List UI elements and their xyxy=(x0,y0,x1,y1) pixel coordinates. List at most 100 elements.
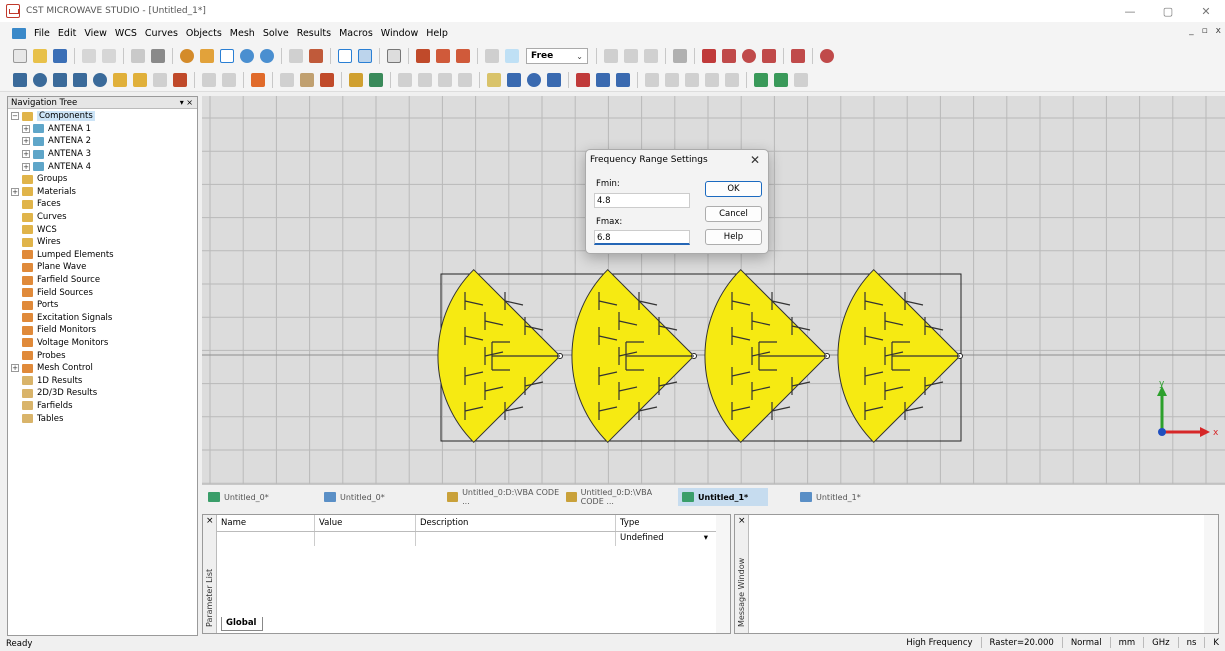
menu-macros[interactable]: Macros xyxy=(335,28,377,39)
cone-icon[interactable] xyxy=(73,72,87,87)
status-unit-frequency[interactable]: GHz xyxy=(1152,638,1169,648)
result-2-icon[interactable] xyxy=(665,72,679,87)
new-file-icon[interactable] xyxy=(13,49,27,63)
background-icon[interactable] xyxy=(527,72,541,87)
tree-item[interactable]: Wires xyxy=(8,236,197,249)
save-icon[interactable] xyxy=(53,49,67,63)
menu-edit[interactable]: Edit xyxy=(54,28,80,39)
tree-item[interactable]: Tables xyxy=(8,412,197,425)
param-value-cell[interactable] xyxy=(315,532,416,546)
expand-icon[interactable]: + xyxy=(11,187,19,196)
message-scrollbar[interactable] xyxy=(1204,515,1218,633)
tree-item[interactable]: Curves xyxy=(8,211,197,224)
material-icon[interactable] xyxy=(251,72,265,87)
mdi-close-button[interactable]: x xyxy=(1216,26,1221,36)
shell-icon[interactable] xyxy=(222,72,236,87)
tree-item[interactable]: Lumped Elements xyxy=(8,249,197,262)
intersect-icon[interactable] xyxy=(644,49,658,63)
blend-icon[interactable] xyxy=(173,72,187,87)
document-tab[interactable]: Untitled_1* xyxy=(796,488,896,506)
boolean-icon[interactable] xyxy=(624,49,638,63)
pick-point-icon[interactable] xyxy=(416,49,430,63)
menu-help[interactable]: Help xyxy=(422,28,452,39)
units-icon[interactable] xyxy=(487,72,501,87)
fmax-input[interactable]: 6.8 xyxy=(594,230,690,245)
panel-controls[interactable]: ▾ × xyxy=(180,98,197,107)
zoom-fit-icon[interactable] xyxy=(260,49,274,63)
status-unit-temperature[interactable]: K xyxy=(1213,638,1219,648)
mode-select[interactable]: Free ⌄ xyxy=(526,48,588,64)
tree-item[interactable]: + ANTENA 1 xyxy=(8,123,197,136)
param-name-cell[interactable] xyxy=(217,532,315,546)
line-icon[interactable] xyxy=(722,49,736,63)
port-icon[interactable] xyxy=(280,72,294,87)
sphere-icon[interactable] xyxy=(33,72,47,87)
tree-item[interactable]: Faces xyxy=(8,198,197,211)
mdi-restore-button[interactable]: ▫ xyxy=(1202,26,1208,36)
menu-objects[interactable]: Objects xyxy=(182,28,226,39)
tree-item[interactable]: Farfields xyxy=(8,400,197,413)
tree-item[interactable]: 2D/3D Results xyxy=(8,387,197,400)
tree-item[interactable]: + Mesh Control xyxy=(8,362,197,375)
pan-icon[interactable] xyxy=(220,49,234,63)
mesh-view-icon[interactable] xyxy=(398,72,412,87)
result-5-icon[interactable] xyxy=(725,72,739,87)
parameter-scrollbar[interactable] xyxy=(716,515,730,633)
rotate-icon[interactable] xyxy=(180,49,194,63)
chamfer-icon[interactable] xyxy=(202,72,216,87)
tree-item[interactable]: Farfield Source xyxy=(8,274,197,287)
print-icon[interactable] xyxy=(82,49,96,63)
message-close-icon[interactable]: × xyxy=(738,516,746,526)
menu-curves[interactable]: Curves xyxy=(141,28,182,39)
export-icon[interactable] xyxy=(794,72,808,87)
cancel-button[interactable]: Cancel xyxy=(705,206,762,222)
menu-window[interactable]: Window xyxy=(377,28,422,39)
tree-item[interactable]: Groups xyxy=(8,173,197,186)
extrude-icon[interactable] xyxy=(113,72,127,87)
help-button[interactable]: Help xyxy=(705,229,762,245)
menu-wcs[interactable]: WCS xyxy=(111,28,141,39)
transform-icon[interactable] xyxy=(604,49,618,63)
status-unit-time[interactable]: ns xyxy=(1187,638,1197,648)
collapse-icon[interactable]: − xyxy=(11,112,19,121)
mesh-props-icon[interactable] xyxy=(418,72,432,87)
menu-mesh[interactable]: Mesh xyxy=(226,28,259,39)
grid-icon[interactable] xyxy=(358,49,372,63)
close-button[interactable]: ✕ xyxy=(1187,0,1225,22)
tree-item[interactable]: Plane Wave xyxy=(8,261,197,274)
optimizer-icon[interactable] xyxy=(596,72,610,87)
history-icon[interactable] xyxy=(131,49,145,63)
tree-item[interactable]: Ports xyxy=(8,299,197,312)
properties-icon[interactable] xyxy=(102,49,116,63)
tree-item[interactable]: − Components xyxy=(8,110,197,123)
delete-icon[interactable] xyxy=(702,49,716,63)
status-unit-length[interactable]: mm xyxy=(1119,638,1136,648)
view-options-icon[interactable] xyxy=(309,49,323,63)
restore-button[interactable]: ▢ xyxy=(1149,0,1187,22)
tree-item[interactable]: Voltage Monitors xyxy=(8,337,197,350)
status-view-mode[interactable]: Normal xyxy=(1071,638,1102,648)
reset-view-icon[interactable] xyxy=(289,49,303,63)
column-description[interactable]: Description xyxy=(416,515,616,531)
cylinder-icon[interactable] xyxy=(53,72,67,87)
expand-icon[interactable]: + xyxy=(22,150,30,159)
select-mode-icon[interactable] xyxy=(338,49,352,63)
param-type-select[interactable]: Undefined ▾ xyxy=(616,532,712,546)
expand-icon[interactable]: + xyxy=(11,364,19,373)
menu-file[interactable]: File xyxy=(30,28,54,39)
solver-icon[interactable] xyxy=(576,72,590,87)
menu-view[interactable]: View xyxy=(80,28,111,39)
result-1-icon[interactable] xyxy=(645,72,659,87)
tree-item[interactable]: Field Monitors xyxy=(8,324,197,337)
menu-solve[interactable]: Solve xyxy=(259,28,293,39)
rotate-profile-icon[interactable] xyxy=(133,72,147,87)
loft-icon[interactable] xyxy=(153,72,167,87)
tree-item[interactable]: Probes xyxy=(8,349,197,362)
template-icon[interactable] xyxy=(754,72,768,87)
expand-icon[interactable]: + xyxy=(22,124,30,133)
tree-item[interactable]: + ANTENA 2 xyxy=(8,135,197,148)
tree-item[interactable]: Excitation Signals xyxy=(8,312,197,325)
tree-item[interactable]: + ANTENA 4 xyxy=(8,160,197,173)
result-3-icon[interactable] xyxy=(685,72,699,87)
dialog-close-icon[interactable]: ✕ xyxy=(750,153,760,167)
